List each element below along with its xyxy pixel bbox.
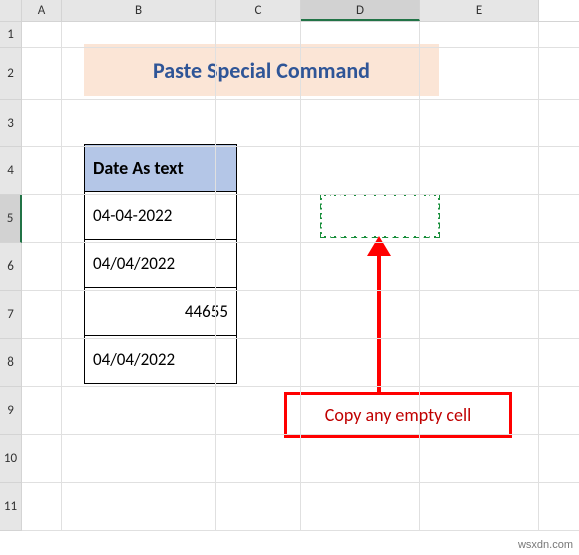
col-header-E[interactable]: E bbox=[420, 0, 539, 21]
row-header-11[interactable]: 11 bbox=[0, 483, 22, 531]
col-header-B[interactable]: B bbox=[62, 0, 216, 21]
annotation-callout: Copy any empty cell bbox=[284, 392, 512, 438]
col-header-D[interactable]: D bbox=[301, 0, 420, 21]
column-headers: ABCDE bbox=[0, 0, 579, 22]
select-all-corner[interactable] bbox=[0, 0, 22, 21]
col-header-A[interactable]: A bbox=[22, 0, 62, 21]
cells-area[interactable]: Paste Special Command Date As text 04-04… bbox=[22, 22, 579, 531]
gridline-h bbox=[22, 434, 579, 435]
arrow-up-icon bbox=[367, 236, 391, 256]
row-header-5[interactable]: 5 bbox=[0, 195, 22, 243]
gridline-h bbox=[22, 338, 579, 339]
row-header-2[interactable]: 2 bbox=[0, 48, 22, 100]
row-header-10[interactable]: 10 bbox=[0, 435, 22, 483]
col-header-C[interactable]: C bbox=[216, 0, 301, 21]
row-header-6[interactable]: 6 bbox=[0, 243, 22, 291]
row-header-3[interactable]: 3 bbox=[0, 100, 22, 147]
gridline-h bbox=[22, 146, 579, 147]
row-header-4[interactable]: 4 bbox=[0, 147, 22, 195]
gridline-h bbox=[22, 530, 579, 531]
gridline-h bbox=[22, 194, 579, 195]
gridline-h bbox=[22, 386, 579, 387]
watermark: wsxdn.com bbox=[518, 539, 573, 551]
row-headers: 1234567891011 bbox=[0, 22, 22, 531]
gridline-h bbox=[22, 290, 579, 291]
gridline-h bbox=[22, 242, 579, 243]
arrow-line bbox=[377, 254, 381, 399]
row-header-7[interactable]: 7 bbox=[0, 291, 22, 339]
annotation-arrow bbox=[372, 236, 386, 399]
gridline-h bbox=[22, 99, 579, 100]
gridline-h bbox=[22, 47, 579, 48]
row-header-9[interactable]: 9 bbox=[0, 387, 22, 435]
copied-cell-marquee[interactable] bbox=[320, 194, 440, 238]
gridline-h bbox=[22, 482, 579, 483]
spreadsheet-grid: ABCDE 1234567891011 Paste Special Comman… bbox=[0, 0, 579, 555]
row-header-8[interactable]: 8 bbox=[0, 339, 22, 387]
row-header-1[interactable]: 1 bbox=[0, 22, 22, 48]
page-title: Paste Special Command bbox=[84, 44, 439, 96]
